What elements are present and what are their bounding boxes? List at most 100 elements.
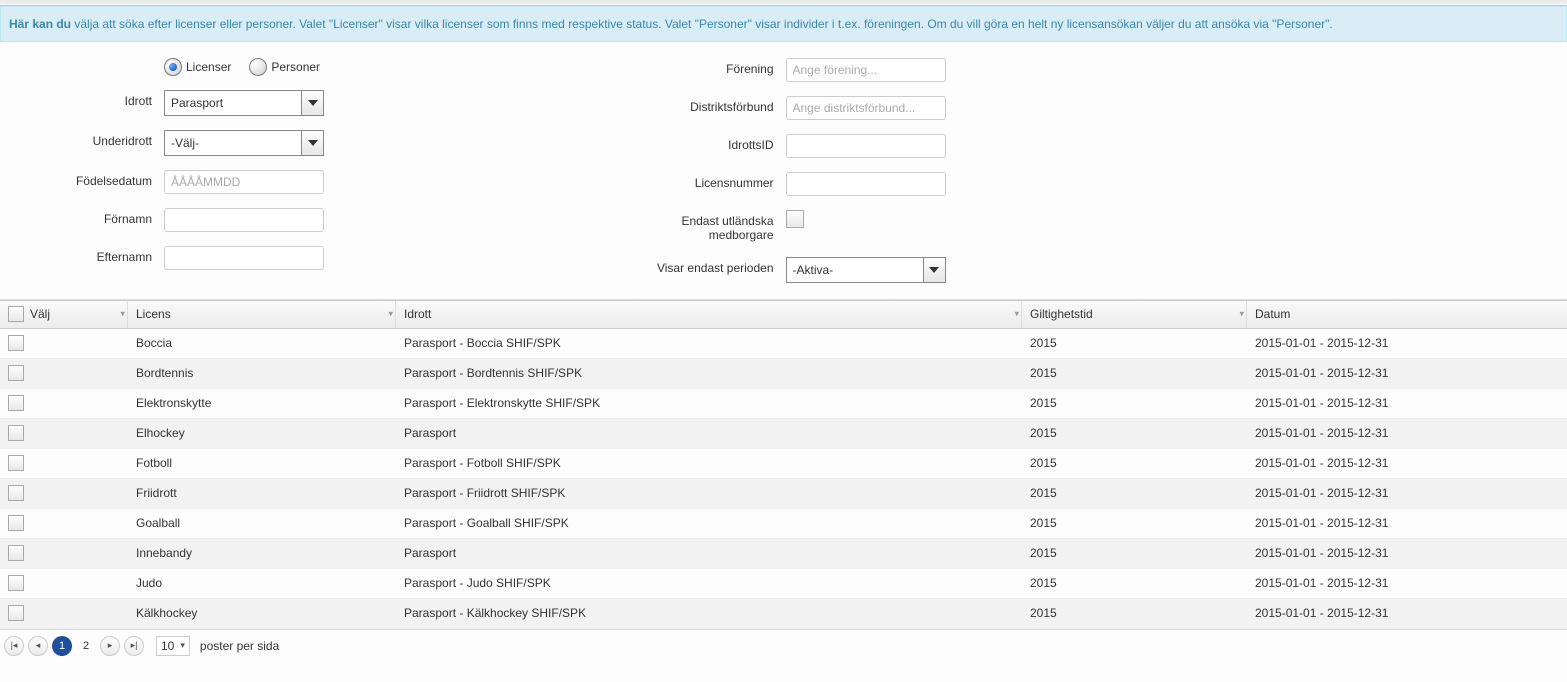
cell-idrott: Parasport [396,426,1022,440]
cell-idrott: Parasport - Goalball SHIF/SPK [396,516,1022,530]
info-banner-bold: Här kan du [9,17,71,31]
distrikt-input[interactable] [786,96,946,120]
forening-input[interactable] [786,58,946,82]
header-giltighetstid[interactable]: Giltighetstid ▾ [1022,301,1247,328]
endast-line2: medborgare [709,228,774,242]
row-checkbox[interactable] [8,575,24,591]
cell-idrott: Parasport - Judo SHIF/SPK [396,576,1022,590]
radio-personer-label: Personer [271,60,320,74]
row-checkbox[interactable] [8,425,24,441]
cell-giltighetstid: 2015 [1022,516,1247,530]
header-datum[interactable]: Datum [1247,301,1567,328]
row-checkbox[interactable] [8,395,24,411]
period-value: -Aktiva- [787,263,923,277]
cell-datum: 2015-01-01 - 2015-12-31 [1247,546,1567,560]
chevron-down-icon [301,131,323,155]
table-row[interactable]: ElektronskytteParasport - Elektronskytte… [0,389,1567,419]
idrottsid-input[interactable] [786,134,946,158]
endast-utlandska-checkbox[interactable] [786,210,804,228]
chevron-down-icon: ▾ [1239,309,1244,320]
header-licens-label: Licens [136,307,171,321]
idrott-value: Parasport [165,96,301,110]
cell-licens: Goalball [128,516,396,530]
pager-prev-button[interactable]: ◂ [28,636,48,656]
row-checkbox[interactable] [8,605,24,621]
table-row[interactable]: JudoParasport - Judo SHIF/SPK20152015-01… [0,569,1567,599]
endast-utlandska-label: Endast utländska medborgare [644,210,774,243]
header-idrott-label: Idrott [404,307,431,321]
pager-pagesize-select[interactable]: 10 ▾ [156,636,190,656]
header-idrott[interactable]: Idrott ▾ [396,301,1022,328]
pager-next-button[interactable]: ▸ [100,636,120,656]
header-datum-label: Datum [1255,307,1290,321]
efternamn-label: Efternamn [60,246,152,264]
licensnummer-label: Licensnummer [644,172,774,190]
pager-page-1[interactable]: 1 [52,636,72,656]
radio-personer[interactable]: Personer [249,58,320,76]
pager-first-button[interactable]: |◂ [4,636,24,656]
idrottsid-label: IdrottsID [644,134,774,152]
cell-licens: Judo [128,576,396,590]
search-mode-radio-group: Licenser Personer [164,58,320,76]
cell-licens: Friidrott [128,486,396,500]
chevron-down-icon [301,91,323,115]
cell-giltighetstid: 2015 [1022,396,1247,410]
cell-idrott: Parasport - Fotboll SHIF/SPK [396,456,1022,470]
row-checkbox[interactable] [8,485,24,501]
period-select[interactable]: -Aktiva- [786,257,946,283]
table-row[interactable]: FotbollParasport - Fotboll SHIF/SPK20152… [0,449,1567,479]
idrott-label: Idrott [60,90,152,108]
fornamn-label: Förnamn [60,208,152,226]
cell-datum: 2015-01-01 - 2015-12-31 [1247,336,1567,350]
info-banner-text: välja att söka efter licenser eller pers… [71,17,1333,31]
row-checkbox[interactable] [8,365,24,381]
efternamn-input[interactable] [164,246,324,270]
cell-datum: 2015-01-01 - 2015-12-31 [1247,516,1567,530]
row-checkbox[interactable] [8,335,24,351]
filter-area: Licenser Personer Idrott Parasport Under… [0,42,1567,300]
table-row[interactable]: BordtennisParasport - Bordtennis SHIF/SP… [0,359,1567,389]
table-row[interactable]: FriidrottParasport - Friidrott SHIF/SPK2… [0,479,1567,509]
cell-datum: 2015-01-01 - 2015-12-31 [1247,486,1567,500]
cell-licens: Boccia [128,336,396,350]
header-valj[interactable]: Välj ▾ [0,301,128,328]
pager-page-2[interactable]: 2 [76,636,96,656]
cell-idrott: Parasport - Elektronskytte SHIF/SPK [396,396,1022,410]
table-row[interactable]: ElhockeyParasport20152015-01-01 - 2015-1… [0,419,1567,449]
endast-line1: Endast utländska [681,214,773,228]
table-row[interactable]: BocciaParasport - Boccia SHIF/SPK2015201… [0,329,1567,359]
fodelsedatum-label: Födelsedatum [60,170,152,188]
row-checkbox[interactable] [8,455,24,471]
cell-licens: Innebandy [128,546,396,560]
cell-datum: 2015-01-01 - 2015-12-31 [1247,366,1567,380]
licensnummer-input[interactable] [786,172,946,196]
cell-licens: Fotboll [128,456,396,470]
cell-idrott: Parasport - Bordtennis SHIF/SPK [396,366,1022,380]
distrikt-label: Distriktsförbund [644,96,774,114]
table-row[interactable]: GoalballParasport - Goalball SHIF/SPK201… [0,509,1567,539]
pager-last-button[interactable]: ▸| [124,636,144,656]
chevron-down-icon: ▾ [180,640,185,651]
grid-header-row: Välj ▾ Licens ▾ Idrott ▾ Giltighetstid ▾… [0,301,1567,329]
table-row[interactable]: KälkhockeyParasport - Kälkhockey SHIF/SP… [0,599,1567,629]
header-licens[interactable]: Licens ▾ [128,301,396,328]
forening-label: Förening [644,58,774,76]
select-all-checkbox[interactable] [8,306,24,322]
radio-licenser-label: Licenser [186,60,231,74]
row-checkbox[interactable] [8,545,24,561]
cell-idrott: Parasport [396,546,1022,560]
radio-licenser[interactable]: Licenser [164,58,231,76]
cell-licens: Bordtennis [128,366,396,380]
cell-datum: 2015-01-01 - 2015-12-31 [1247,576,1567,590]
idrott-select[interactable]: Parasport [164,90,324,116]
cell-licens: Elektronskytte [128,396,396,410]
underidrott-select[interactable]: -Välj- [164,130,324,156]
fodelsedatum-input[interactable] [164,170,324,194]
header-giltighetstid-label: Giltighetstid [1030,307,1093,321]
chevron-down-icon: ▾ [388,309,393,320]
row-checkbox[interactable] [8,515,24,531]
fornamn-input[interactable] [164,208,324,232]
results-grid: Välj ▾ Licens ▾ Idrott ▾ Giltighetstid ▾… [0,300,1567,629]
pager-pagesize-value: 10 [161,639,174,653]
table-row[interactable]: InnebandyParasport20152015-01-01 - 2015-… [0,539,1567,569]
